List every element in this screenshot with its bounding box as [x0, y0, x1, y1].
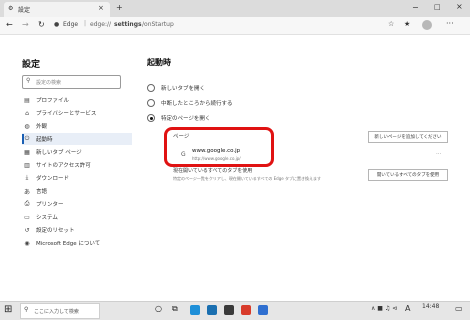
radio-button-selected[interactable] [147, 114, 155, 122]
favorite-star-icon[interactable]: ☆ [388, 20, 394, 28]
close-window-button[interactable]: × [456, 2, 463, 11]
lock-icon: ⌂ [25, 109, 29, 117]
search-placeholder: 設定の検索 [36, 80, 62, 86]
address-separator: | [84, 20, 87, 27]
sidebar-item-new-tab-page[interactable]: ▦ 新しいタブ ページ [22, 146, 132, 158]
sidebar-item-label: 設定のリセット [36, 228, 75, 234]
office-app-icon[interactable] [241, 305, 251, 315]
sidebar-item-label: サイトのアクセス許可 [36, 163, 91, 169]
search-icon: ⚲ [26, 77, 31, 84]
cortana-icon[interactable]: ○ [155, 304, 162, 313]
address-path-main: settings [114, 21, 142, 28]
sidebar-item-label: システム [36, 215, 58, 221]
more-menu-icon[interactable]: ··· [446, 19, 454, 28]
address-path-prefix: edge:// [90, 21, 112, 28]
sidebar-item-label: 起動時 [36, 137, 53, 143]
sidebar-item-label: 言語 [36, 189, 48, 195]
avatar[interactable] [422, 20, 432, 30]
tray-icons[interactable]: ∧ ■ ♫ ⊲ [371, 305, 397, 312]
profile-icon: ▤ [24, 96, 30, 104]
highlight-annotation-box [164, 127, 274, 167]
sidebar-item-label: プリンター [36, 202, 64, 208]
use-open-tabs-button[interactable]: 開いているすべてのタブを使用 [368, 169, 448, 181]
option-label: 特定のページを開く [161, 116, 211, 122]
maximize-button[interactable]: □ [434, 3, 441, 11]
sidebar-item-profile[interactable]: ▤ プロファイル [22, 94, 132, 106]
edge-app-icon[interactable] [190, 305, 200, 315]
edge-logo-icon: ● [54, 21, 60, 28]
sidebar-item-appearance[interactable]: ◍ 外観 [22, 120, 132, 132]
language-icon: あ [23, 188, 30, 196]
option-label: 中断したところから続行する [161, 101, 233, 107]
download-icon: ⤓ [25, 174, 29, 181]
sidebar-item-label: 外観 [36, 124, 48, 130]
favorites-icon[interactable]: ★ [404, 20, 410, 28]
sidebar-item-label: プロファイル [36, 98, 70, 104]
use-open-tabs-title: 現在開いているすべてのタブを使用 [173, 168, 253, 174]
active-indicator [22, 134, 24, 144]
use-open-tabs-desc: 特定のページ一覧をクリアし、現在開いているすべての Edge タブに置き換えます [173, 176, 321, 181]
sidebar-item-startup[interactable]: ⏻ 起動時 [22, 133, 132, 145]
option-new-tab[interactable]: 新しいタブを開く [147, 83, 205, 93]
sidebar-item-languages[interactable]: あ 言語 [22, 185, 132, 197]
sidebar-item-about[interactable]: ◉ Microsoft Edge について [22, 237, 132, 249]
printer-icon: ⎙ [24, 200, 30, 207]
sidebar-item-label: 新しいタブ ページ [36, 150, 82, 156]
word-app-icon[interactable] [258, 305, 268, 315]
sidebar-item-printers[interactable]: ⎙ プリンター [22, 198, 132, 210]
sidebar-item-site-permissions[interactable]: ▥ サイトのアクセス許可 [22, 159, 132, 171]
tab-settings[interactable]: ⚙ 設定 × [4, 2, 110, 17]
sidebar-item-reset[interactable]: ↺ 設定のリセット [22, 224, 132, 236]
address-bar[interactable]: ● Edge | edge:// settings /onStartup [54, 20, 374, 31]
radio-button[interactable] [147, 99, 155, 107]
sidebar-item-privacy[interactable]: ⌂ プライバシーとサービス [22, 107, 132, 119]
address-path-suffix: /onStartup [142, 21, 174, 28]
edge-logo-icon: ◉ [24, 239, 30, 247]
sidebar-item-label: プライバシーとサービス [36, 111, 97, 117]
address-site-label: Edge [63, 21, 79, 28]
notification-icon[interactable]: ▭ [455, 304, 463, 313]
search-input[interactable]: ⚲ 設定の検索 [22, 75, 121, 89]
refresh-icon[interactable]: ↻ [38, 20, 45, 29]
store-app-icon[interactable] [207, 305, 217, 315]
search-icon: ⚲ [24, 306, 29, 313]
ime-indicator[interactable]: A [405, 304, 410, 313]
forward-arrow-icon[interactable]: → [22, 20, 29, 29]
sidebar-item-label: Microsoft Edge について [36, 241, 101, 247]
radio-button[interactable] [147, 84, 155, 92]
option-continue[interactable]: 中断したところから続行する [147, 98, 233, 108]
page-more-icon[interactable]: ··· [436, 151, 441, 157]
back-arrow-icon[interactable]: ← [6, 20, 13, 29]
tab-title: 設定 [18, 7, 31, 14]
option-specific-pages[interactable]: 特定のページを開く [147, 113, 210, 123]
system-icon: ▭ [24, 213, 30, 221]
sidebar-title: 設定 [22, 60, 41, 70]
permissions-icon: ▥ [24, 161, 30, 169]
minimize-button[interactable]: − [412, 3, 419, 12]
start-windows-icon[interactable]: ⊞ [4, 304, 12, 315]
page-title: 起動時 [147, 58, 171, 67]
sidebar-item-downloads[interactable]: ⤓ ダウンロード [22, 172, 132, 184]
taskbar-search-input[interactable]: ⚲ ここに入力して検索 [20, 303, 100, 319]
add-page-button[interactable]: 新しいページを追加してください [368, 131, 448, 143]
reset-icon: ↺ [24, 226, 30, 234]
taskbar-search-placeholder: ここに入力して検索 [34, 309, 79, 315]
task-view-icon[interactable]: ⧉ [172, 304, 178, 314]
mail-app-icon[interactable] [224, 305, 234, 315]
tab-close-icon[interactable]: × [98, 4, 104, 12]
option-label: 新しいタブを開く [161, 86, 206, 92]
appearance-icon: ◍ [24, 122, 30, 130]
newtab-icon: ▦ [24, 148, 30, 156]
clock-time[interactable]: 14:48 [422, 303, 439, 310]
new-tab-button[interactable]: + [116, 3, 123, 12]
sidebar-item-system[interactable]: ▭ システム [22, 211, 132, 223]
settings-tab-icon: ⚙ [8, 5, 14, 12]
sidebar-item-label: ダウンロード [36, 176, 70, 182]
